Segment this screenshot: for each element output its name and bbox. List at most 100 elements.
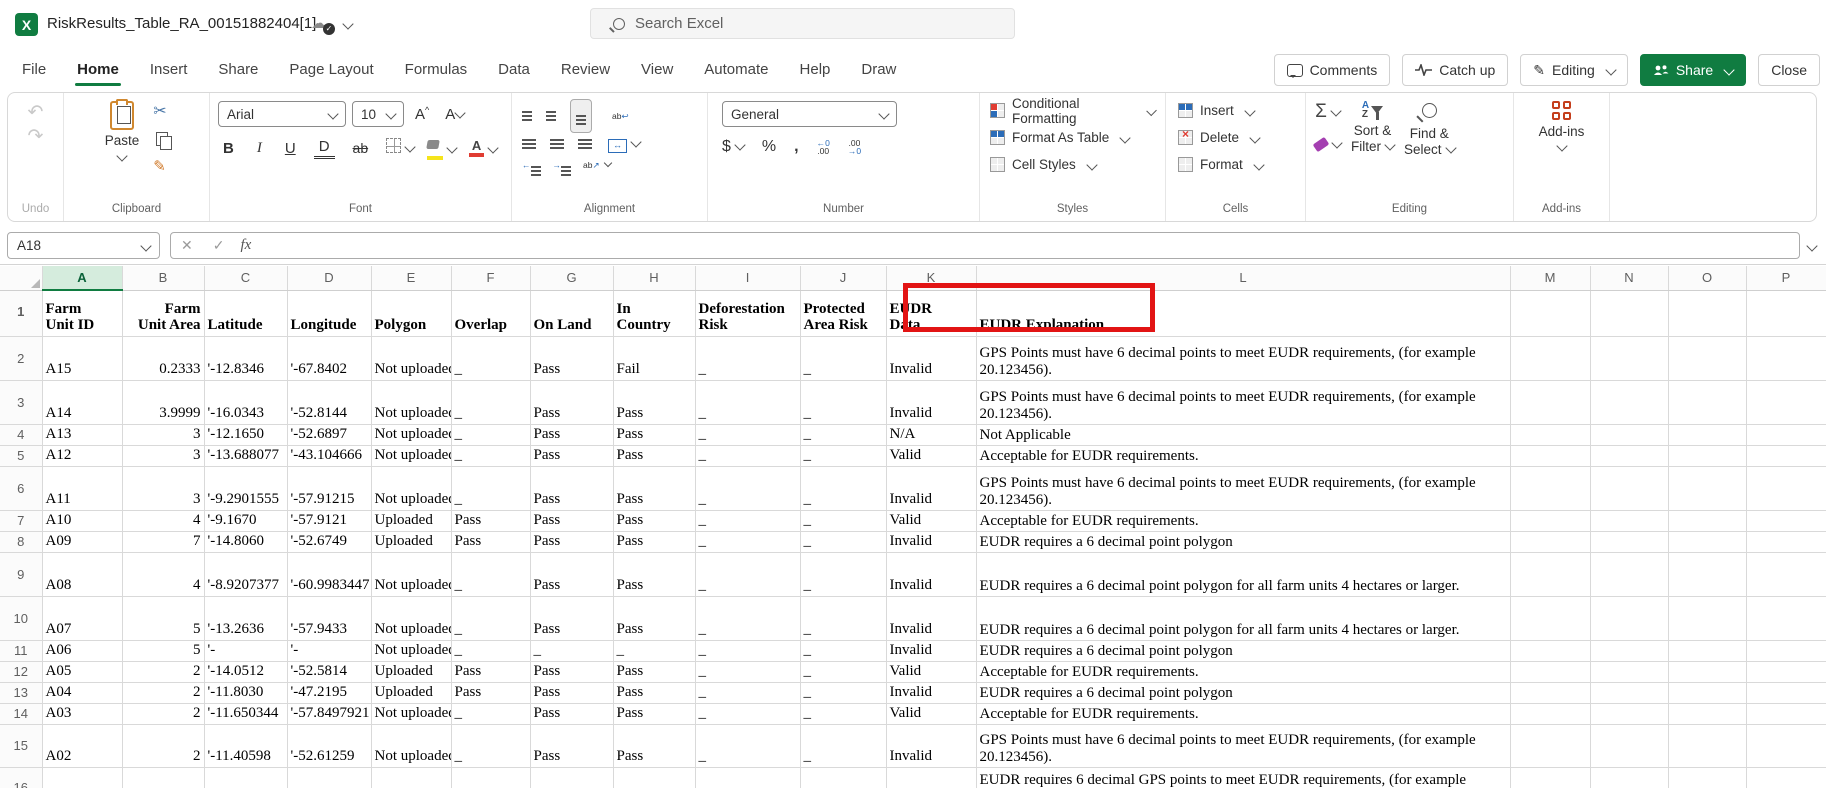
- format-button[interactable]: Format: [1178, 151, 1263, 178]
- row-header-12[interactable]: 12: [0, 661, 42, 682]
- cell-C9[interactable]: '-8.9207377: [204, 552, 287, 596]
- cell-G1[interactable]: On Land: [530, 290, 613, 336]
- cell-I5[interactable]: _: [695, 445, 800, 466]
- cell-H8[interactable]: Pass: [613, 531, 695, 552]
- row-header-2[interactable]: 2: [0, 336, 42, 380]
- menu-tab-review[interactable]: Review: [559, 55, 612, 84]
- row-header-15[interactable]: 15: [0, 724, 42, 767]
- cell-E11[interactable]: Not uploaded: [371, 640, 451, 661]
- cell-L7[interactable]: Acceptable for EUDR requirements.: [976, 510, 1510, 531]
- cell-N3[interactable]: [1590, 380, 1668, 424]
- cell-J8[interactable]: _: [800, 531, 886, 552]
- column-header-G[interactable]: G: [530, 266, 613, 290]
- cell-H13[interactable]: Pass: [613, 682, 695, 703]
- cell-A14[interactable]: A03: [42, 703, 122, 724]
- cell-C6[interactable]: '-9.2901555: [204, 466, 287, 510]
- column-header-M[interactable]: M: [1510, 266, 1590, 290]
- cell-P12[interactable]: [1746, 661, 1826, 682]
- align-center-icon[interactable]: [550, 139, 564, 141]
- cell-B13[interactable]: 2: [122, 682, 204, 703]
- cell-E14[interactable]: Not uploaded: [371, 703, 451, 724]
- name-box[interactable]: A18: [7, 232, 160, 259]
- fx-icon[interactable]: fx: [234, 237, 261, 254]
- cell-H12[interactable]: Pass: [613, 661, 695, 682]
- cell-F11[interactable]: _: [451, 640, 530, 661]
- cell-N10[interactable]: [1590, 596, 1668, 640]
- redo-icon[interactable]: ↷: [28, 129, 44, 145]
- cell-O2[interactable]: [1668, 336, 1746, 380]
- cell-L16[interactable]: EUDR requires 6 decimal GPS points to me…: [976, 767, 1510, 788]
- cell-K2[interactable]: Invalid: [886, 336, 976, 380]
- cell-J2[interactable]: _: [800, 336, 886, 380]
- cell-P9[interactable]: [1746, 552, 1826, 596]
- row-header-11[interactable]: 11: [0, 640, 42, 661]
- cell-P6[interactable]: [1746, 466, 1826, 510]
- cell-D2[interactable]: '-67.8402: [287, 336, 371, 380]
- menu-tab-insert[interactable]: Insert: [148, 55, 190, 84]
- cell-B11[interactable]: 5: [122, 640, 204, 661]
- column-header-I[interactable]: I: [695, 266, 800, 290]
- comments-button[interactable]: Comments: [1274, 54, 1391, 86]
- cell-N8[interactable]: [1590, 531, 1668, 552]
- align-bottom-icon[interactable]: [570, 99, 592, 133]
- cell-D15[interactable]: '-52.61259: [287, 724, 371, 767]
- cell-L8[interactable]: EUDR requires a 6 decimal point polygon: [976, 531, 1510, 552]
- menu-tab-home[interactable]: Home: [75, 55, 121, 84]
- cell-M10[interactable]: [1510, 596, 1590, 640]
- row-header-1[interactable]: 1: [0, 290, 42, 336]
- cell-E16[interactable]: Not uploaded: [371, 767, 451, 788]
- decrease-decimal-icon[interactable]: .00→0: [848, 139, 861, 155]
- cell-L5[interactable]: Acceptable for EUDR requirements.: [976, 445, 1510, 466]
- row-header-7[interactable]: 7: [0, 510, 42, 531]
- cell-B1[interactable]: Farm Unit Area: [122, 290, 204, 336]
- menu-tab-file[interactable]: File: [20, 55, 48, 84]
- delete-button[interactable]: Delete: [1178, 124, 1259, 151]
- sort-filter-button[interactable]: AZ Sort &Filter: [1351, 101, 1394, 155]
- cell-D12[interactable]: '-52.5814: [287, 661, 371, 682]
- cell-F14[interactable]: _: [451, 703, 530, 724]
- underline-button[interactable]: U: [280, 138, 301, 159]
- cell-F4[interactable]: _: [451, 424, 530, 445]
- font-color-button[interactable]: A: [469, 140, 497, 157]
- number-format-select[interactable]: General: [722, 101, 897, 127]
- cell-K16[interactable]: Invalid: [886, 767, 976, 788]
- cell-E12[interactable]: Uploaded: [371, 661, 451, 682]
- cell-K4[interactable]: N/A: [886, 424, 976, 445]
- cell-H4[interactable]: Pass: [613, 424, 695, 445]
- cell-F9[interactable]: _: [451, 552, 530, 596]
- row-header-6[interactable]: 6: [0, 466, 42, 510]
- cell-B9[interactable]: 4: [122, 552, 204, 596]
- cell-J14[interactable]: _: [800, 703, 886, 724]
- cell-I12[interactable]: _: [695, 661, 800, 682]
- cell-I11[interactable]: _: [695, 640, 800, 661]
- cell-G6[interactable]: Pass: [530, 466, 613, 510]
- cell-O6[interactable]: [1668, 466, 1746, 510]
- column-header-J[interactable]: J: [800, 266, 886, 290]
- cell-L14[interactable]: Acceptable for EUDR requirements.: [976, 703, 1510, 724]
- cell-N4[interactable]: [1590, 424, 1668, 445]
- cell-D13[interactable]: '-47.2195: [287, 682, 371, 703]
- cell-N5[interactable]: [1590, 445, 1668, 466]
- cell-N11[interactable]: [1590, 640, 1668, 661]
- cell-J11[interactable]: _: [800, 640, 886, 661]
- cell-H14[interactable]: Pass: [613, 703, 695, 724]
- cell-N16[interactable]: [1590, 767, 1668, 788]
- cell-N6[interactable]: [1590, 466, 1668, 510]
- cell-A13[interactable]: A04: [42, 682, 122, 703]
- cell-K6[interactable]: Invalid: [886, 466, 976, 510]
- cell-M13[interactable]: [1510, 682, 1590, 703]
- cell-C5[interactable]: '-13.688077: [204, 445, 287, 466]
- cell-J12[interactable]: _: [800, 661, 886, 682]
- cell-O3[interactable]: [1668, 380, 1746, 424]
- cell-O14[interactable]: [1668, 703, 1746, 724]
- cell-F13[interactable]: Pass: [451, 682, 530, 703]
- cell-G5[interactable]: Pass: [530, 445, 613, 466]
- cell-O7[interactable]: [1668, 510, 1746, 531]
- cell-A3[interactable]: A14: [42, 380, 122, 424]
- cell-E15[interactable]: Not uploaded: [371, 724, 451, 767]
- increase-indent-icon[interactable]: →: [553, 155, 572, 173]
- cell-P3[interactable]: [1746, 380, 1826, 424]
- column-header-H[interactable]: H: [613, 266, 695, 290]
- menu-tab-share[interactable]: Share: [216, 55, 260, 84]
- cell-N2[interactable]: [1590, 336, 1668, 380]
